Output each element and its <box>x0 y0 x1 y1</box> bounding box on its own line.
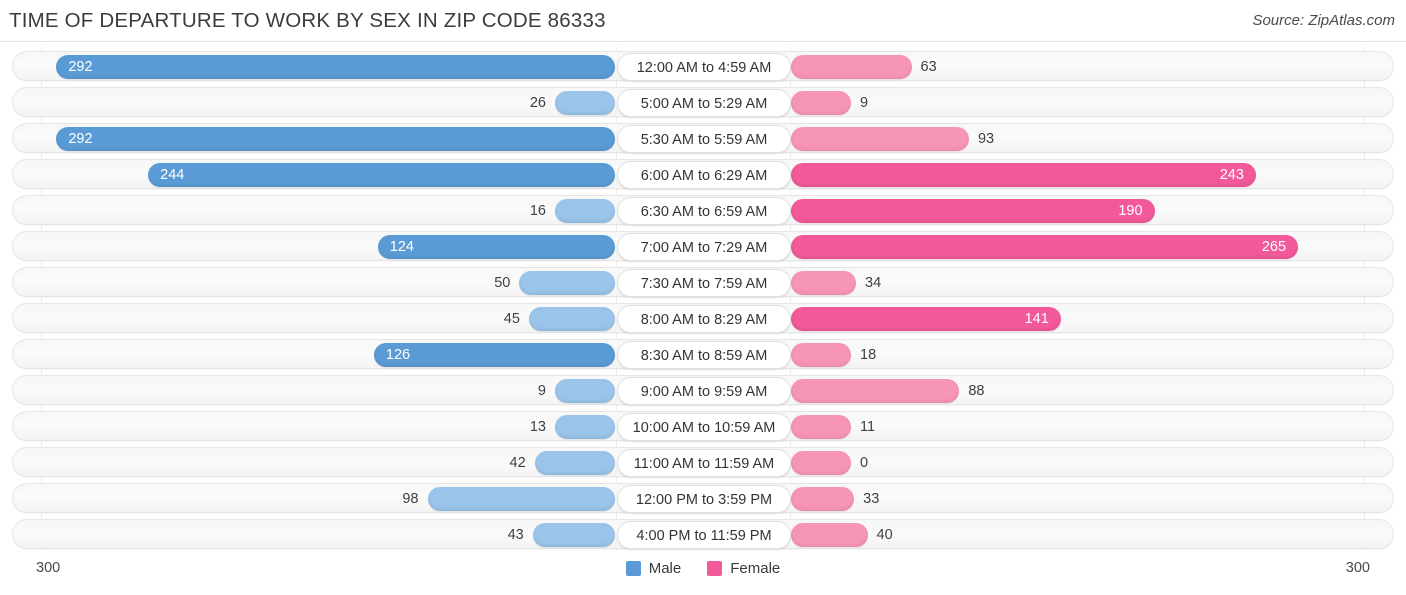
male-bar[interactable] <box>427 487 615 511</box>
female-bar[interactable] <box>791 379 960 403</box>
male-bar[interactable] <box>534 451 615 475</box>
chart-header: TIME OF DEPARTURE TO WORK BY SEX IN ZIP … <box>0 0 1406 42</box>
chart-row[interactable]: 126 18 8:30 AM to 8:59 AM <box>12 339 1394 369</box>
chart-row[interactable]: 292 93 5:30 AM to 5:59 AM <box>12 123 1394 153</box>
header-divider <box>0 41 1406 42</box>
legend-swatch-icon <box>625 561 641 576</box>
chart-container: TIME OF DEPARTURE TO WORK BY SEX IN ZIP … <box>0 0 1406 595</box>
female-bar[interactable] <box>791 415 851 439</box>
male-bar[interactable]: 124 <box>377 235 615 259</box>
female-bar[interactable] <box>791 523 868 547</box>
female-bar[interactable]: 265 <box>791 235 1299 259</box>
male-value-label: 45 <box>503 311 520 327</box>
legend-label: Female <box>730 560 781 577</box>
legend-swatch-icon <box>707 561 723 576</box>
male-value-label: 16 <box>529 203 546 219</box>
male-bar[interactable] <box>528 307 615 331</box>
legend-label: Male <box>648 560 682 577</box>
female-value-label: 9 <box>860 95 869 111</box>
chart-legend: Male Female <box>0 560 1406 577</box>
category-label: 4:00 PM to 11:59 PM <box>617 521 791 549</box>
plot-area: 292 63 12:00 AM to 4:59 AM 26 9 5:00 AM to 5:… <box>0 47 1406 550</box>
male-value-label: 43 <box>507 527 524 543</box>
female-value-label: 18 <box>860 347 877 363</box>
male-bar[interactable]: 244 <box>148 163 615 187</box>
male-value-label: 244 <box>160 167 185 183</box>
category-label: 5:00 AM to 5:29 AM <box>617 89 791 117</box>
female-bar[interactable] <box>791 487 855 511</box>
category-label: 12:00 AM to 4:59 AM <box>617 53 791 81</box>
chart-row[interactable]: 98 33 12:00 PM to 3:59 PM <box>12 483 1394 513</box>
chart-row[interactable]: 43 40 4:00 PM to 11:59 PM <box>12 519 1394 549</box>
female-value-label: 190 <box>1118 203 1143 219</box>
category-label: 8:30 AM to 8:59 AM <box>617 341 791 369</box>
female-bar[interactable]: 190 <box>791 199 1155 223</box>
male-bar[interactable] <box>555 415 615 439</box>
male-value-label: 124 <box>389 239 414 255</box>
category-label: 6:30 AM to 6:59 AM <box>617 197 791 225</box>
male-bar[interactable] <box>532 523 615 547</box>
female-value-label: 93 <box>977 131 995 147</box>
category-label: 7:00 AM to 7:29 AM <box>617 233 791 261</box>
female-value-label: 11 <box>860 419 876 435</box>
male-value-label: 26 <box>529 95 546 111</box>
female-bar[interactable] <box>791 91 851 115</box>
male-bar[interactable] <box>555 199 615 223</box>
male-bar[interactable]: 126 <box>373 343 615 367</box>
male-bar[interactable] <box>555 91 615 115</box>
source-attribution: Source: ZipAtlas.com <box>1252 12 1395 29</box>
category-label: 12:00 PM to 3:59 PM <box>617 485 791 513</box>
female-value-label: 243 <box>1219 167 1244 183</box>
female-value-label: 141 <box>1024 311 1049 327</box>
category-label: 7:30 AM to 7:59 AM <box>617 269 791 297</box>
chart-row[interactable]: 13 11 10:00 AM to 10:59 AM <box>12 411 1394 441</box>
male-bar[interactable]: 292 <box>56 127 615 151</box>
male-bar[interactable] <box>555 379 615 403</box>
category-label: 11:00 AM to 11:59 AM <box>617 449 791 477</box>
male-value-label: 9 <box>537 383 546 399</box>
chart-row[interactable]: 16 190 6:30 AM to 6:59 AM <box>12 195 1394 225</box>
male-value-label: 98 <box>402 491 419 507</box>
female-value-label: 0 <box>860 455 869 471</box>
male-bar[interactable] <box>519 271 615 295</box>
chart-row[interactable]: 292 63 12:00 AM to 4:59 AM <box>12 51 1394 81</box>
category-label: 10:00 AM to 10:59 AM <box>617 413 791 441</box>
category-label: 6:00 AM to 6:29 AM <box>617 161 791 189</box>
female-value-label: 40 <box>876 527 893 543</box>
female-bar[interactable] <box>791 451 851 475</box>
chart-row[interactable]: 50 34 7:30 AM to 7:59 AM <box>12 267 1394 297</box>
category-label: 9:00 AM to 9:59 AM <box>617 377 791 405</box>
male-value-label: 292 <box>68 59 93 75</box>
chart-row[interactable]: 124 265 7:00 AM to 7:29 AM <box>12 231 1394 261</box>
female-value-label: 265 <box>1261 239 1287 255</box>
male-value-label: 13 <box>529 419 546 435</box>
male-value-label: 50 <box>494 275 511 291</box>
category-label: 5:30 AM to 5:59 AM <box>617 125 791 153</box>
female-bar[interactable] <box>791 55 912 79</box>
female-value-label: 34 <box>865 275 882 291</box>
female-value-label: 88 <box>968 383 985 399</box>
male-value-label: 126 <box>385 347 411 363</box>
female-bar[interactable] <box>791 127 969 151</box>
chart-row[interactable]: 42 0 11:00 AM to 11:59 AM <box>12 447 1394 477</box>
female-bar[interactable]: 141 <box>791 307 1061 331</box>
male-value-label: 292 <box>68 131 93 147</box>
male-value-label: 42 <box>509 455 526 471</box>
legend-item-female[interactable]: Female <box>707 560 780 577</box>
page-title: TIME OF DEPARTURE TO WORK BY SEX IN ZIP … <box>9 9 606 32</box>
chart-row[interactable]: 244 243 6:00 AM to 6:29 AM <box>12 159 1394 189</box>
chart-row[interactable]: 9 88 9:00 AM to 9:59 AM <box>12 375 1394 405</box>
female-value-label: 63 <box>920 59 937 75</box>
male-bar[interactable]: 292 <box>56 55 615 79</box>
female-bar[interactable] <box>791 271 857 295</box>
category-label: 8:00 AM to 8:29 AM <box>617 305 791 333</box>
chart-footer: 300 300 Male Female <box>0 552 1406 595</box>
female-bar[interactable] <box>791 343 851 367</box>
chart-row[interactable]: 26 9 5:00 AM to 5:29 AM <box>12 87 1394 117</box>
legend-item-male[interactable]: Male <box>625 560 682 577</box>
female-value-label: 33 <box>863 491 880 507</box>
chart-row[interactable]: 45 141 8:00 AM to 8:29 AM <box>12 303 1394 333</box>
female-bar[interactable]: 243 <box>791 163 1256 187</box>
